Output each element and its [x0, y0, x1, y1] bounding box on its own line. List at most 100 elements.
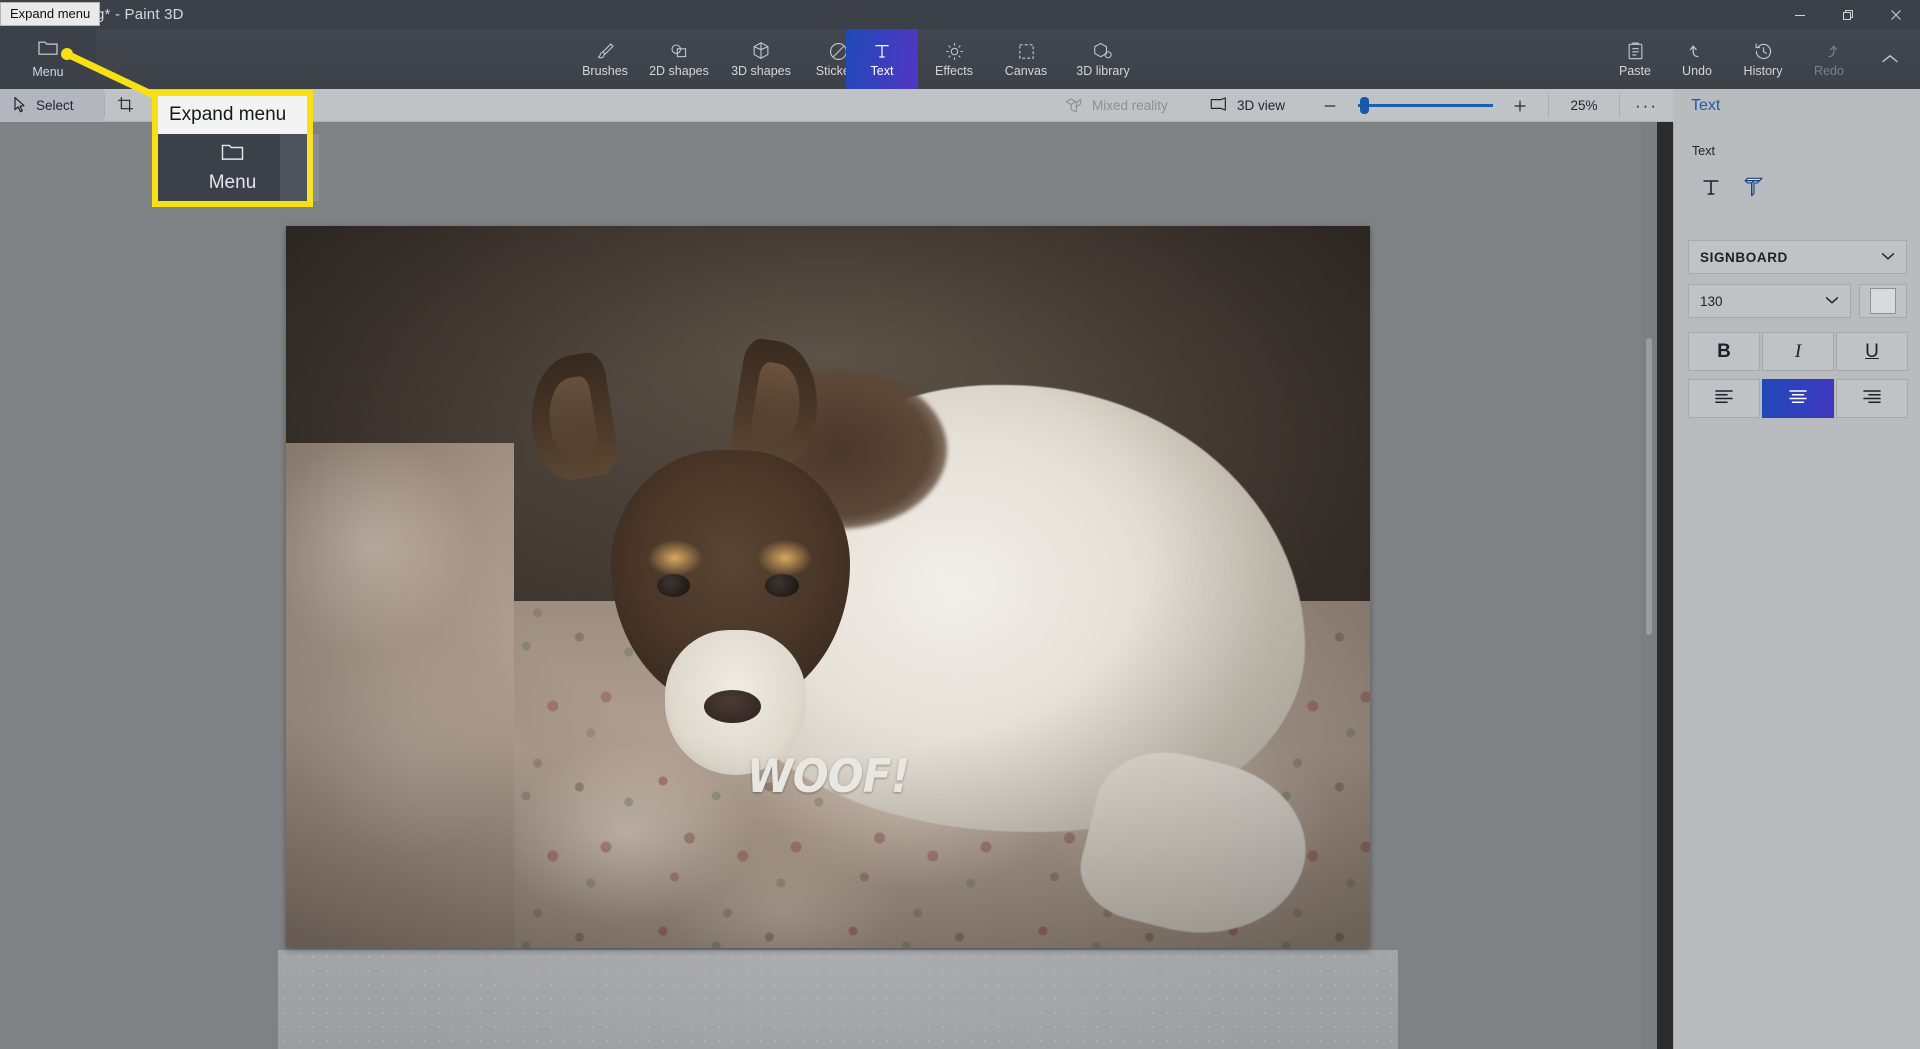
brush-icon [595, 40, 616, 62]
3d-library-icon [1092, 40, 1114, 62]
callout-tooltip-text: Expand menu [158, 96, 307, 134]
ribbon-tab-label: Brushes [582, 64, 628, 78]
callout-menu-label: Menu [208, 171, 257, 193]
ribbon-action-paste[interactable]: Paste [1604, 29, 1666, 89]
chevron-down-icon [1825, 292, 1839, 310]
align-right-icon [1862, 389, 1882, 409]
text-3d-icon [1740, 174, 1766, 205]
ribbon-tab-label: 3D library [1076, 64, 1130, 78]
ribbon-tab-brushes[interactable]: Brushes [572, 29, 638, 89]
select-tool-label: Select [36, 98, 74, 113]
annotation-callout: Expand menu Menu [152, 90, 319, 207]
text-color-swatch [1870, 288, 1896, 314]
3d-shapes-icon [751, 40, 771, 62]
italic-button[interactable]: I [1762, 332, 1834, 371]
expand-menu-tooltip: Expand menu [0, 2, 101, 26]
font-size-value: 130 [1700, 293, 1723, 309]
ribbon-action-undo[interactable]: Undo [1666, 29, 1728, 89]
ribbon-toolbar: Brushes 2D shapes 3D shapes Stickers Tex… [0, 29, 1920, 89]
align-center-icon [1788, 389, 1808, 409]
chevron-down-icon [1881, 248, 1895, 266]
underline-button[interactable]: U [1836, 332, 1908, 371]
artboard-canvas[interactable]: WOOF! [286, 226, 1370, 948]
ribbon-action-history[interactable]: History [1728, 29, 1798, 89]
stage-grid-dots [278, 950, 1398, 1049]
chevron-up-icon [1880, 48, 1900, 70]
restore-button[interactable] [1824, 0, 1872, 29]
zoom-level-text: 25% [1570, 98, 1598, 113]
text-color-swatch-button[interactable] [1859, 284, 1907, 318]
select-tool-button[interactable]: Select [0, 89, 104, 122]
panel-section-label: Text [1692, 144, 1715, 158]
effects-icon [944, 40, 965, 62]
mixed-reality-button[interactable]: Mixed reality [1052, 89, 1212, 122]
zoom-out-button[interactable] [1310, 89, 1350, 122]
ribbon-tab-effects[interactable]: Effects [918, 29, 990, 89]
3d-view-label: 3D view [1237, 98, 1286, 113]
window-controls [1776, 0, 1920, 29]
title-bar: g* - Paint 3D [0, 0, 1920, 29]
ribbon-tab-label: Text [870, 64, 894, 78]
font-family-dropdown[interactable]: SIGNBOARD [1688, 240, 1907, 274]
zoom-slider-track[interactable] [1358, 104, 1493, 107]
ribbon-action-label: History [1743, 64, 1783, 78]
ribbon-action-label: Redo [1814, 64, 1844, 78]
canvas-text-object[interactable]: WOOF! [329, 749, 1326, 803]
canvas-icon [1016, 40, 1037, 62]
menu-button-label: Menu [32, 65, 64, 79]
ribbon-tab-canvas[interactable]: Canvas [990, 29, 1062, 89]
3d-view-button[interactable]: 3D view [1197, 89, 1317, 122]
ribbon-tab-3d-shapes[interactable]: 3D shapes [720, 29, 802, 89]
align-right-button[interactable] [1836, 379, 1908, 418]
callout-highlight-strip [280, 134, 319, 201]
ribbon-tab-3d-library[interactable]: 3D library [1062, 29, 1144, 89]
paste-icon [1626, 40, 1645, 62]
close-button[interactable] [1872, 0, 1920, 29]
underline-label: U [1865, 340, 1879, 362]
text-properties-panel: Text SIGNBOARD 130 B I U [1673, 122, 1920, 1049]
minimize-button[interactable] [1776, 0, 1824, 29]
align-center-button[interactable] [1762, 379, 1834, 418]
folder-icon [37, 39, 59, 62]
ribbon-tab-label: Effects [935, 64, 973, 78]
align-left-button[interactable] [1688, 379, 1760, 418]
cursor-arrow-icon [12, 96, 27, 116]
font-size-dropdown[interactable]: 130 [1688, 284, 1851, 318]
ribbon-tab-2d-shapes[interactable]: 2D shapes [638, 29, 720, 89]
mixed-reality-label: Mixed reality [1092, 98, 1168, 113]
ribbon-action-label: Paste [1619, 64, 1651, 78]
mixed-reality-icon [1064, 96, 1083, 116]
3d-stage-floor [278, 950, 1398, 1049]
ribbon-tab-label: 3D shapes [731, 64, 791, 78]
undo-icon [1687, 40, 1708, 62]
italic-label: I [1794, 340, 1802, 362]
ribbon-tab-text[interactable]: Text [846, 29, 918, 89]
bold-label: B [1717, 340, 1731, 362]
redo-icon [1819, 40, 1840, 62]
panel-title: Text [1691, 96, 1721, 114]
zoom-level-value[interactable]: 25% [1549, 89, 1619, 122]
ellipsis-icon: ··· [1635, 95, 1658, 115]
ribbon-action-redo[interactable]: Redo [1798, 29, 1860, 89]
bold-button[interactable]: B [1688, 332, 1760, 371]
2d-shapes-icon [668, 40, 690, 62]
panel-header: Text [1673, 89, 1920, 122]
photo-vignette [286, 226, 1370, 948]
canvas-scrollbar-thumb[interactable] [1646, 338, 1652, 635]
crop-icon [117, 96, 134, 116]
ribbon-action-label: Undo [1682, 64, 1712, 78]
canvas-vertical-scrollbar[interactable] [1641, 122, 1657, 1049]
font-family-value: SIGNBOARD [1700, 249, 1788, 265]
menu-button[interactable]: Menu [0, 29, 96, 89]
text-2d-button[interactable] [1694, 172, 1728, 206]
ribbon-collapse-button[interactable] [1868, 29, 1912, 89]
zoom-slider-thumb[interactable] [1360, 97, 1369, 114]
text-3d-button[interactable] [1736, 172, 1770, 206]
text-icon [872, 40, 892, 62]
text-2d-icon [1699, 175, 1723, 204]
window-title: g* - Paint 3D [96, 6, 184, 23]
zoom-in-button[interactable] [1500, 89, 1540, 122]
canvas-workspace[interactable]: WOOF! [0, 122, 1657, 1049]
folder-icon [220, 142, 245, 167]
more-options-button[interactable]: ··· [1620, 89, 1673, 122]
